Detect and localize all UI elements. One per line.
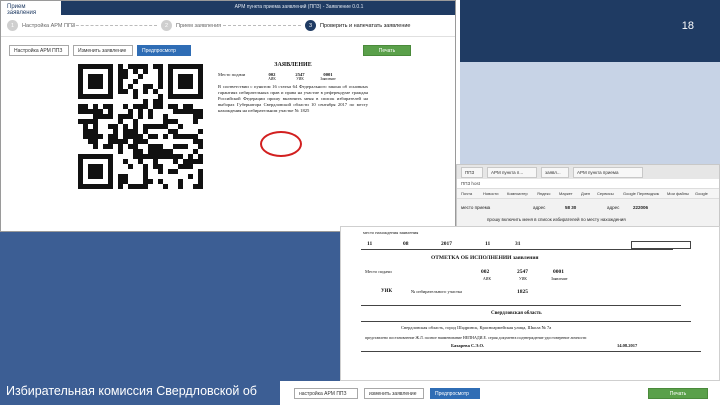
wizard-steps: 1 Настройка АРМ ППЗ 2 Прием заявления 3 … [1,15,455,37]
bookmarks-bar: Почта Новости Компьютер Яндекс Маркет Дз… [457,189,719,199]
bookmark-item[interactable]: Новости [483,191,498,196]
form-header: место нахождения заявления [363,230,419,235]
form-day: 11 [367,241,373,247]
form-month: 08 [403,241,409,247]
edit-application-button[interactable]: Изменить заявление [73,45,133,56]
settings-button[interactable]: Настройка АРМ ППЗ [9,45,69,56]
address-text: ППЗ host [461,181,480,186]
step-connector [71,25,157,26]
slide-title-band: 18 [460,0,720,62]
step-reception[interactable]: 2 Прием заявления [161,20,221,31]
form-code-aik: 002 [481,269,490,275]
browser-tab[interactable]: заявл... [541,167,569,178]
form-code-label: АИК [483,277,492,281]
form-signature: Бахарева С.Э.О. [451,343,485,348]
application-document: ЗАЯВЛЕНИЕ Место подачи 002 2547 0001 АИК… [218,62,368,114]
document-title: ЗАЯВЛЕНИЕ [274,62,312,68]
printed-form: место нахождения заявления 11 08 2017 11… [340,226,720,381]
form-place-label: Место подачи [365,269,392,274]
form-box [631,241,691,249]
bookmark-item[interactable]: Компьютер [507,191,528,196]
place-label: Место подачи [218,72,246,77]
browser-row-value: 222006 [633,205,649,210]
form-document-row: представлено постановление Ж.Л. полное н… [365,335,587,340]
bookmark-item[interactable]: Сервисы [597,191,614,196]
app-title: АРМ пункта приема заявлений (ППЗ) - Заяв… [234,4,364,10]
form-address: Свердловская область, город Шадринск, Кр… [401,325,552,330]
form-code-application: 0001 [553,269,564,275]
browser-row-text: прошу включить меня в список избирателей… [487,217,626,222]
step-label: Настройка АРМ ППЗ [22,22,76,29]
slide-number: 18 [681,20,694,32]
print-button[interactable]: Печать [363,45,411,56]
step-label: Проверить и напечатать заявление [320,22,411,29]
app-window: Прием заявления АРМ пункта приема заявле… [0,0,456,232]
form-minute: 31 [515,241,521,247]
step-connector [223,25,301,26]
bookmark-item[interactable]: Почта [461,191,472,196]
bookmark-item[interactable]: Дзен [581,191,590,196]
document-body: В соответствии с пунктом 16 статьи 64 Фе… [218,84,368,114]
bookmark-item[interactable]: Мои файлы [667,191,689,196]
form-station-number: 1825 [517,289,528,295]
form-divider [361,305,681,306]
form-region: Свердловская область [491,311,542,316]
preview-button[interactable]: Предпросмотр [430,388,480,399]
form-station-line: № избирательного участка [411,289,463,294]
bookmark-item[interactable]: Google [695,191,708,196]
code-label: Заявление [320,77,336,81]
bookmark-item[interactable]: Маркет [559,191,573,196]
browser-tab[interactable]: ППЗ [461,167,483,178]
form-year: 2017 [441,241,452,247]
app-header: Прием заявления АРМ пункта приема заявле… [1,1,455,16]
form-station-label: УИК [381,289,393,294]
form-divider [361,351,701,352]
step-label: Прием заявления [176,22,222,29]
step-number: 1 [7,20,18,31]
step-number: 2 [161,20,172,31]
tab-reception[interactable]: Прием заявления [1,1,61,16]
browser-window: ППЗ АРМ пункта п... заявл... АРМ пункта … [456,164,720,230]
code-label: УИК [296,77,304,81]
bookmark-item[interactable]: Google Переводчик [623,191,659,196]
step-number: 3 [305,20,316,31]
slide-footer-caption: Избирательная комиссия Свердловской об [6,384,257,398]
address-bar[interactable]: ППЗ host [457,179,719,189]
print-button[interactable]: Печать [648,388,708,399]
browser-tabbar: ППЗ АРМ пункта п... заявл... АРМ пункта … [457,165,719,179]
highlight-circle [260,131,302,157]
form-divider [361,321,691,322]
bottom-toolbar: настройка АРМ ППЗ изменить заявление Пре… [280,381,720,405]
code-label: АИК [268,77,276,81]
browser-row-value: 58 30 [565,205,577,210]
browser-row-field: адрес [607,205,620,210]
form-code-uik: 2547 [517,269,528,275]
settings-button[interactable]: настройка АРМ ППЗ [294,388,358,399]
browser-row-label: место приема [461,205,491,210]
form-code-label: Заявление [551,277,568,281]
step-check-print[interactable]: 3 Проверить и напечатать заявление [305,20,411,31]
form-hour: 11 [485,241,491,247]
preview-button[interactable]: Предпросмотр [137,45,191,56]
app-toolbar: Настройка АРМ ППЗ Изменить заявление Пре… [1,37,455,63]
form-code-label: УИК [519,277,527,281]
form-divider [361,249,673,250]
place-sublabels: АИК УИК Заявление [258,77,368,81]
bookmark-item[interactable]: Яндекс [537,191,550,196]
form-date: 14.08.2017 [617,343,638,348]
browser-tab[interactable]: АРМ пункта п... [487,167,537,178]
edit-application-button[interactable]: изменить заявление [364,388,424,399]
form-heading: ОТМЕТКА ОБ ИСПОЛНЕНИИ заявления [431,255,539,261]
step-settings[interactable]: 1 Настройка АРМ ППЗ [7,20,75,31]
qr-code-image [78,64,203,189]
browser-row-field: адрес [533,205,546,210]
browser-tab[interactable]: АРМ пункта приема [573,167,643,178]
